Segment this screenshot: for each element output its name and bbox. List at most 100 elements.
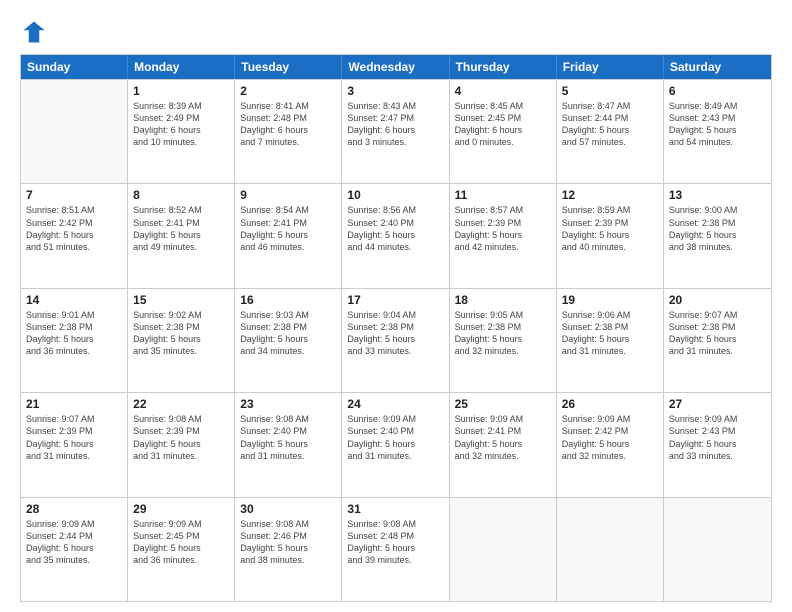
day-number: 23 [240,397,336,411]
day-info: Sunrise: 9:09 AM Sunset: 2:45 PM Dayligh… [133,518,229,567]
day-number: 10 [347,188,443,202]
day-number: 13 [669,188,766,202]
calendar-cell: 3 Sunrise: 8:43 AM Sunset: 2:47 PM Daylig… [342,80,449,183]
day-number: 27 [669,397,766,411]
day-info: Sunrise: 9:07 AM Sunset: 2:38 PM Dayligh… [669,309,766,358]
calendar-cell: 17 Sunrise: 9:04 AM Sunset: 2:38 PM Dayli… [342,289,449,392]
day-info: Sunrise: 9:04 AM Sunset: 2:38 PM Dayligh… [347,309,443,358]
day-info: Sunrise: 9:09 AM Sunset: 2:43 PM Dayligh… [669,413,766,462]
calendar-cell: 1 Sunrise: 8:39 AM Sunset: 2:49 PM Daylig… [128,80,235,183]
day-number: 4 [455,84,551,98]
page: SundayMondayTuesdayWednesdayThursdayFrid… [0,0,792,612]
day-number: 16 [240,293,336,307]
calendar-cell: 7 Sunrise: 8:51 AM Sunset: 2:42 PM Daylig… [21,184,128,287]
day-info: Sunrise: 9:02 AM Sunset: 2:38 PM Dayligh… [133,309,229,358]
calendar-cell: 31Sunrise: 9:08 AM Sunset: 2:48 PM Dayli… [342,498,449,601]
calendar-cell: 9 Sunrise: 8:54 AM Sunset: 2:41 PM Daylig… [235,184,342,287]
day-info: Sunrise: 9:00 AM Sunset: 2:38 PM Dayligh… [669,204,766,253]
day-info: Sunrise: 8:39 AM Sunset: 2:49 PM Dayligh… [133,100,229,149]
calendar-day-header: Thursday [450,55,557,79]
day-info: Sunrise: 8:45 AM Sunset: 2:45 PM Dayligh… [455,100,551,149]
calendar-cell: 19 Sunrise: 9:06 AM Sunset: 2:38 PM Dayli… [557,289,664,392]
day-info: Sunrise: 9:09 AM Sunset: 2:42 PM Dayligh… [562,413,658,462]
calendar-day-header: Tuesday [235,55,342,79]
day-info: Sunrise: 8:57 AM Sunset: 2:39 PM Dayligh… [455,204,551,253]
day-info: Sunrise: 9:08 AM Sunset: 2:39 PM Dayligh… [133,413,229,462]
day-info: Sunrise: 9:08 AM Sunset: 2:40 PM Dayligh… [240,413,336,462]
calendar-cell: 27 Sunrise: 9:09 AM Sunset: 2:43 PM Dayli… [664,393,771,496]
day-number: 9 [240,188,336,202]
day-info: Sunrise: 8:41 AM Sunset: 2:48 PM Dayligh… [240,100,336,149]
day-number: 15 [133,293,229,307]
calendar: SundayMondayTuesdayWednesdayThursdayFrid… [20,54,772,602]
calendar-day-header: Friday [557,55,664,79]
day-number: 18 [455,293,551,307]
day-info: Sunrise: 9:05 AM Sunset: 2:38 PM Dayligh… [455,309,551,358]
logo-icon [20,18,48,46]
header [20,18,772,46]
day-info: Sunrise: 8:43 AM Sunset: 2:47 PM Dayligh… [347,100,443,149]
logo [20,18,52,46]
day-number: 17 [347,293,443,307]
day-number: 24 [347,397,443,411]
day-info: Sunrise: 9:03 AM Sunset: 2:38 PM Dayligh… [240,309,336,358]
day-number: 29 [133,502,229,516]
day-info: Sunrise: 8:51 AM Sunset: 2:42 PM Dayligh… [26,204,122,253]
day-number: 28 [26,502,122,516]
day-number: 12 [562,188,658,202]
day-info: Sunrise: 9:09 AM Sunset: 2:44 PM Dayligh… [26,518,122,567]
day-number: 2 [240,84,336,98]
calendar-cell [557,498,664,601]
calendar-cell: 29 Sunrise: 9:09 AM Sunset: 2:45 PM Dayli… [128,498,235,601]
calendar-cell: 16 Sunrise: 9:03 AM Sunset: 2:38 PM Dayli… [235,289,342,392]
day-number: 22 [133,397,229,411]
calendar-cell: 13 Sunrise: 9:00 AM Sunset: 2:38 PM Dayli… [664,184,771,287]
calendar-cell [664,498,771,601]
day-info: Sunrise: 9:07 AM Sunset: 2:39 PM Dayligh… [26,413,122,462]
calendar-body: 1 Sunrise: 8:39 AM Sunset: 2:49 PM Daylig… [21,79,771,601]
day-info: Sunrise: 8:54 AM Sunset: 2:41 PM Dayligh… [240,204,336,253]
calendar-cell: 23 Sunrise: 9:08 AM Sunset: 2:40 PM Dayli… [235,393,342,496]
day-number: 7 [26,188,122,202]
day-info: Sunrise: 9:08 AM Sunset: 2:46 PM Dayligh… [240,518,336,567]
day-info: Sunrise: 8:59 AM Sunset: 2:39 PM Dayligh… [562,204,658,253]
day-number: 25 [455,397,551,411]
calendar-cell: 12 Sunrise: 8:59 AM Sunset: 2:39 PM Dayli… [557,184,664,287]
day-number: 21 [26,397,122,411]
calendar-week: 14Sunrise: 9:01 AM Sunset: 2:38 PM Dayli… [21,288,771,392]
day-number: 19 [562,293,658,307]
day-info: Sunrise: 8:47 AM Sunset: 2:44 PM Dayligh… [562,100,658,149]
calendar-cell: 18 Sunrise: 9:05 AM Sunset: 2:38 PM Dayli… [450,289,557,392]
calendar-week: 28 Sunrise: 9:09 AM Sunset: 2:44 PM Dayli… [21,497,771,601]
calendar-cell: 25Sunrise: 9:09 AM Sunset: 2:41 PM Dayli… [450,393,557,496]
calendar-cell: 11 Sunrise: 8:57 AM Sunset: 2:39 PM Dayli… [450,184,557,287]
calendar-cell [21,80,128,183]
calendar-day-header: Saturday [664,55,771,79]
calendar-cell: 21 Sunrise: 9:07 AM Sunset: 2:39 PM Dayli… [21,393,128,496]
day-number: 5 [562,84,658,98]
calendar-cell: 14Sunrise: 9:01 AM Sunset: 2:38 PM Dayli… [21,289,128,392]
day-number: 11 [455,188,551,202]
day-number: 6 [669,84,766,98]
day-info: Sunrise: 9:06 AM Sunset: 2:38 PM Dayligh… [562,309,658,358]
calendar-cell: 8Sunrise: 8:52 AM Sunset: 2:41 PM Daylig… [128,184,235,287]
day-number: 1 [133,84,229,98]
calendar-cell: 2 Sunrise: 8:41 AM Sunset: 2:48 PM Daylig… [235,80,342,183]
calendar-week: 21 Sunrise: 9:07 AM Sunset: 2:39 PM Dayli… [21,392,771,496]
day-number: 3 [347,84,443,98]
calendar-day-header: Sunday [21,55,128,79]
calendar-week: 1 Sunrise: 8:39 AM Sunset: 2:49 PM Daylig… [21,79,771,183]
day-info: Sunrise: 8:56 AM Sunset: 2:40 PM Dayligh… [347,204,443,253]
day-number: 20 [669,293,766,307]
calendar-cell: 26Sunrise: 9:09 AM Sunset: 2:42 PM Dayli… [557,393,664,496]
calendar-cell: 30 Sunrise: 9:08 AM Sunset: 2:46 PM Dayli… [235,498,342,601]
calendar-cell: 28 Sunrise: 9:09 AM Sunset: 2:44 PM Dayli… [21,498,128,601]
day-number: 30 [240,502,336,516]
day-info: Sunrise: 8:52 AM Sunset: 2:41 PM Dayligh… [133,204,229,253]
calendar-cell [450,498,557,601]
day-info: Sunrise: 8:49 AM Sunset: 2:43 PM Dayligh… [669,100,766,149]
calendar-cell: 5 Sunrise: 8:47 AM Sunset: 2:44 PM Daylig… [557,80,664,183]
day-number: 14 [26,293,122,307]
calendar-cell: 15 Sunrise: 9:02 AM Sunset: 2:38 PM Dayli… [128,289,235,392]
calendar-day-header: Monday [128,55,235,79]
